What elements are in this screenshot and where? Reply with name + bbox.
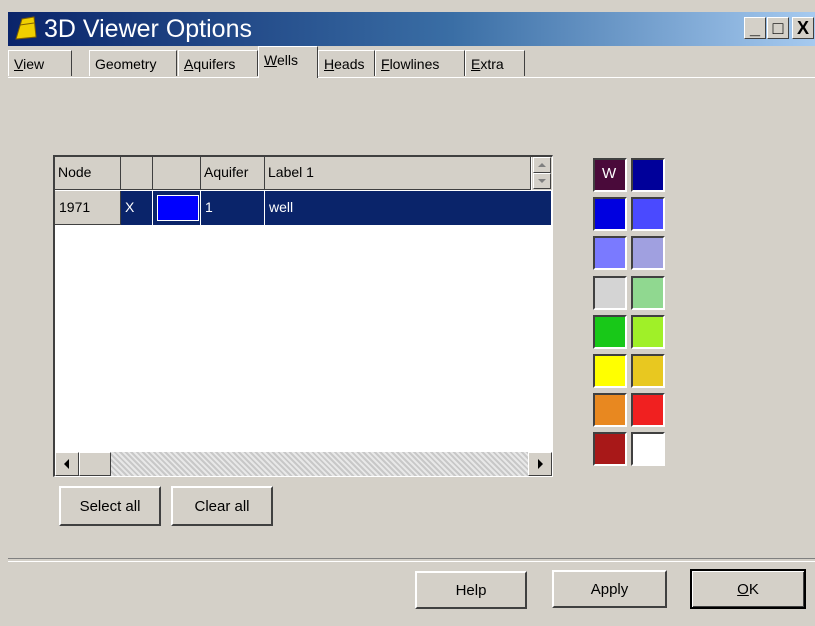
palette-swatch[interactable] — [593, 354, 627, 388]
tab-wells[interactable]: Wells — [258, 46, 318, 78]
tab-geometry[interactable]: Geometry — [89, 50, 177, 76]
palette-swatch[interactable] — [631, 354, 665, 388]
tab-heads-label: Heads — [324, 56, 365, 72]
scroll-right-button[interactable] — [528, 452, 552, 476]
arrow-right-icon — [538, 459, 543, 469]
palette-swatch[interactable] — [631, 432, 665, 466]
arrow-down-icon — [538, 179, 546, 183]
app-icon — [15, 16, 37, 40]
column-header-flag[interactable] — [121, 157, 153, 190]
clear-all-button[interactable]: Clear all — [171, 486, 273, 526]
scroll-down-button[interactable] — [533, 173, 551, 189]
palette-swatch[interactable] — [593, 432, 627, 466]
tab-aquifers[interactable]: Aquifers — [178, 50, 258, 76]
tab-geometry-label: Geometry — [95, 56, 157, 72]
tab-wells-label: Wells — [264, 52, 298, 68]
column-header-node[interactable]: Node — [55, 157, 121, 190]
cell-flag[interactable]: X — [121, 191, 153, 225]
arrow-up-icon — [538, 163, 546, 167]
minimize-button[interactable]: _ — [744, 17, 766, 39]
palette-swatch[interactable] — [631, 315, 665, 349]
vertical-scrollbar[interactable] — [532, 157, 552, 190]
tab-view-label: View — [14, 56, 45, 72]
palette-swatch[interactable] — [631, 276, 665, 310]
palette-swatch[interactable] — [631, 393, 665, 427]
cell-label[interactable]: well — [265, 191, 551, 225]
maximize-button[interactable]: □ — [767, 17, 789, 39]
scroll-left-button[interactable] — [55, 452, 79, 476]
arrow-left-icon — [64, 459, 69, 469]
tab-strip: View Geometry Aquifers Wells Heads Flowl… — [8, 46, 815, 78]
title-bar[interactable]: 3D Viewer Options _ □ X — [8, 12, 815, 46]
cell-node[interactable]: 1971 — [55, 191, 121, 225]
tab-flowlines-label: Flowlines — [381, 56, 440, 72]
palette-swatch[interactable] — [593, 276, 627, 310]
horizontal-scrollbar[interactable] — [55, 452, 552, 476]
row-color-swatch — [157, 195, 199, 221]
palette-swatch[interactable] — [593, 315, 627, 349]
tab-view[interactable]: View — [8, 50, 72, 76]
palette-swatch[interactable] — [631, 236, 665, 270]
palette-swatch[interactable]: W — [593, 158, 627, 192]
ok-button[interactable]: OK — [690, 569, 806, 609]
palette-swatch[interactable] — [593, 197, 627, 231]
tab-extra-label: Extra — [471, 56, 504, 72]
tab-aquifers-label: Aquifers — [184, 56, 236, 72]
tab-flowlines[interactable]: Flowlines — [375, 50, 465, 76]
cell-color[interactable] — [153, 191, 201, 225]
tab-extra[interactable]: Extra — [465, 50, 525, 76]
close-button[interactable]: X — [792, 17, 814, 39]
cell-aquifer[interactable]: 1 — [201, 191, 265, 225]
wells-grid[interactable]: Node Aquifer Label 1 1971 X 1 well — [53, 155, 553, 477]
select-all-button[interactable]: Select all — [59, 486, 161, 526]
column-header-aquifer[interactable]: Aquifer — [201, 157, 265, 190]
dialog-window: 3D Viewer Options _ □ X View Geometry Aq… — [0, 0, 815, 626]
palette-swatch[interactable] — [593, 393, 627, 427]
help-button[interactable]: Help — [415, 571, 527, 609]
column-header-color[interactable] — [153, 157, 201, 190]
scroll-thumb[interactable] — [79, 452, 111, 476]
palette-swatch[interactable] — [593, 236, 627, 270]
window-title: 3D Viewer Options — [44, 15, 252, 43]
palette-swatch[interactable] — [631, 158, 665, 192]
scroll-up-button[interactable] — [533, 157, 551, 173]
selected-swatch-label: W — [602, 165, 617, 182]
tab-heads[interactable]: Heads — [318, 50, 375, 76]
apply-button[interactable]: Apply — [552, 570, 667, 608]
column-header-label1[interactable]: Label 1 — [265, 157, 531, 190]
palette-swatch[interactable] — [631, 197, 665, 231]
